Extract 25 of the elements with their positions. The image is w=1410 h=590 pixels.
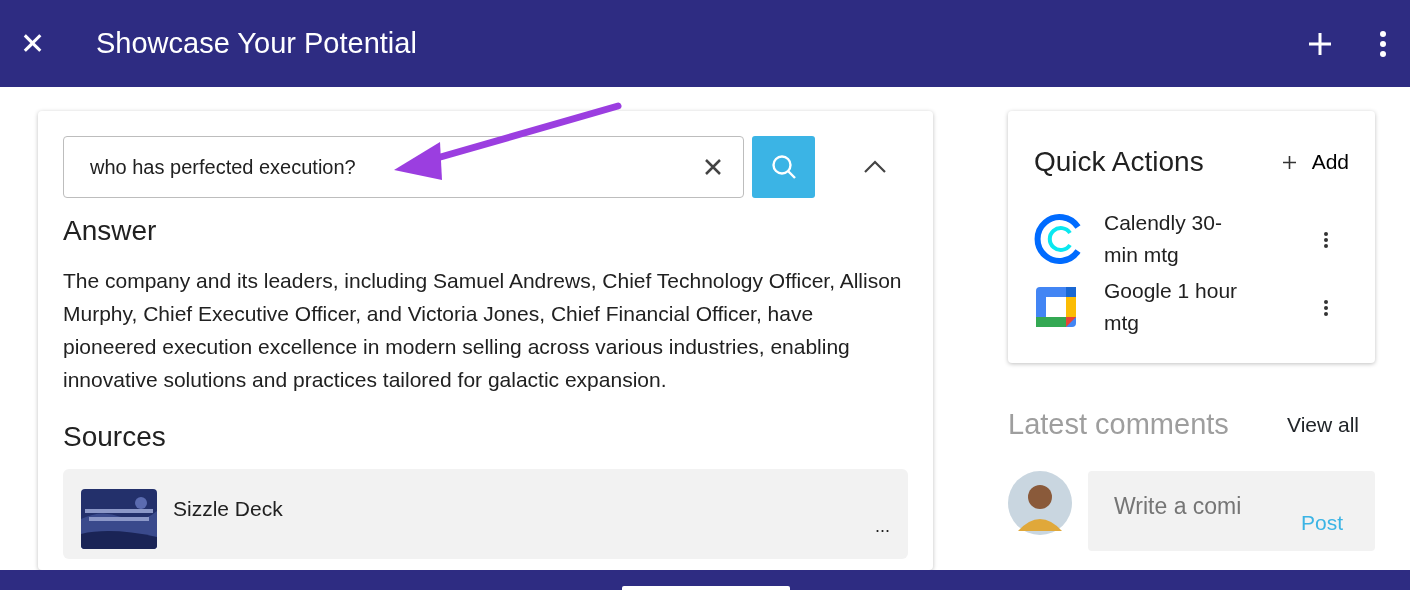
- view-all-link[interactable]: View all: [1287, 409, 1359, 441]
- page-title: Showcase Your Potential: [96, 25, 417, 61]
- add-icon: [1282, 155, 1296, 169]
- close-button[interactable]: ✕: [20, 21, 80, 66]
- sources-heading: Sources: [63, 419, 167, 454]
- more-icon: [1323, 298, 1329, 317]
- clear-icon[interactable]: [704, 158, 722, 176]
- action-label[interactable]: Calendly 30-min mtg: [1104, 207, 1254, 271]
- card-title: Quick Actions: [1034, 145, 1204, 179]
- section-title: Latest comments: [1008, 407, 1229, 442]
- answer-text: The company and its leaders, including Samuel Andrews, Chief Technology Officer, Allison Murphy, Chief Executive Officer, and Victoria Jones, Chief Financial Officer, have pioneered execution excellence in modern selling across various industries, enabling innovative solutions and practices tailored for galactic expansion.: [63, 267, 903, 393]
- collapse-icon[interactable]: [863, 160, 887, 174]
- more-icon: [1323, 230, 1329, 249]
- source-item[interactable]: Sizzle Deck ...: [63, 469, 908, 560]
- search-icon: [770, 154, 797, 180]
- search-field[interactable]: who has perfected execution?: [63, 136, 744, 198]
- add-icon[interactable]: [1308, 31, 1332, 56]
- avatar: [1008, 470, 1072, 535]
- source-title: Sizzle Deck: [173, 496, 283, 523]
- more-menu[interactable]: ...: [875, 517, 890, 536]
- answer-heading: Answer: [63, 214, 158, 248]
- action-label[interactable]: Google 1 hour mtg: [1104, 275, 1254, 339]
- more-icon[interactable]: [1380, 30, 1386, 57]
- add-button[interactable]: Add: [1282, 146, 1349, 178]
- calendar-icon: [1034, 285, 1078, 329]
